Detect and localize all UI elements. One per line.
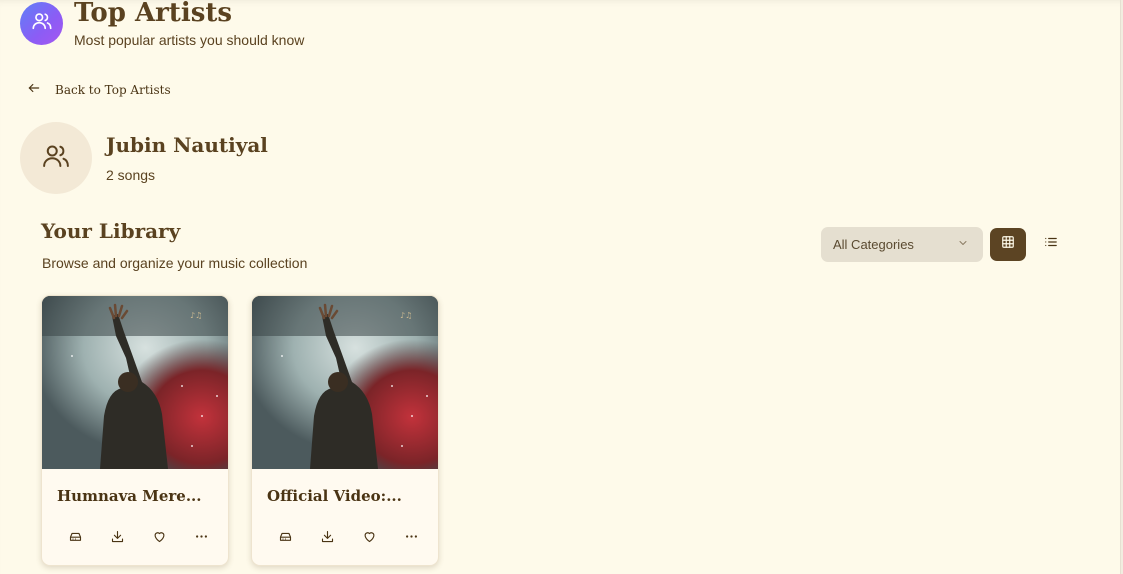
- list-icon: [1044, 235, 1058, 254]
- song-card[interactable]: ♪♫ Humnava Mere...: [41, 295, 229, 566]
- back-link-label: Back to Top Artists: [55, 83, 171, 97]
- song-actions: [64, 526, 212, 546]
- song-card[interactable]: ♪♫ Official Video:...: [251, 295, 439, 566]
- artist-avatar: [20, 122, 92, 194]
- back-link[interactable]: Back to Top Artists: [27, 81, 171, 99]
- song-title: Official Video:...: [267, 487, 402, 505]
- heart-icon[interactable]: [358, 525, 380, 547]
- download-icon[interactable]: [106, 525, 128, 547]
- song-actions: [274, 526, 422, 546]
- header-avatar: [20, 2, 63, 45]
- more-icon[interactable]: [190, 525, 212, 547]
- page: Top Artists Most popular artists you sho…: [0, 0, 1123, 574]
- heart-icon[interactable]: [148, 525, 170, 547]
- song-artwork: ♪♫: [252, 296, 438, 469]
- chevron-down-icon: [957, 236, 969, 254]
- list-view-button[interactable]: [1033, 228, 1069, 261]
- song-artwork: ♪♫: [42, 296, 228, 469]
- page-title: Top Artists: [74, 0, 232, 28]
- artist-name: Jubin Nautiyal: [106, 133, 268, 157]
- category-select-value: All Categories: [833, 237, 914, 252]
- arrow-left-icon: [27, 81, 41, 100]
- page-subtitle: Most popular artists you should know: [74, 32, 305, 48]
- category-select[interactable]: All Categories: [821, 227, 983, 262]
- users-icon: [31, 10, 53, 37]
- download-icon[interactable]: [316, 525, 338, 547]
- svg-text:♪♫: ♪♫: [190, 311, 202, 320]
- users-icon: [41, 141, 71, 176]
- playlist-icon[interactable]: [64, 525, 86, 547]
- grid-icon: [1001, 235, 1015, 254]
- more-icon[interactable]: [400, 525, 422, 547]
- svg-text:♪♫: ♪♫: [400, 311, 412, 320]
- artist-song-count: 2 songs: [106, 167, 156, 183]
- playlist-icon[interactable]: [274, 525, 296, 547]
- library-title: Your Library: [41, 219, 181, 243]
- song-title: Humnava Mere...: [57, 487, 202, 505]
- grid-view-button[interactable]: [990, 228, 1026, 261]
- library-subtitle: Browse and organize your music collectio…: [42, 255, 308, 271]
